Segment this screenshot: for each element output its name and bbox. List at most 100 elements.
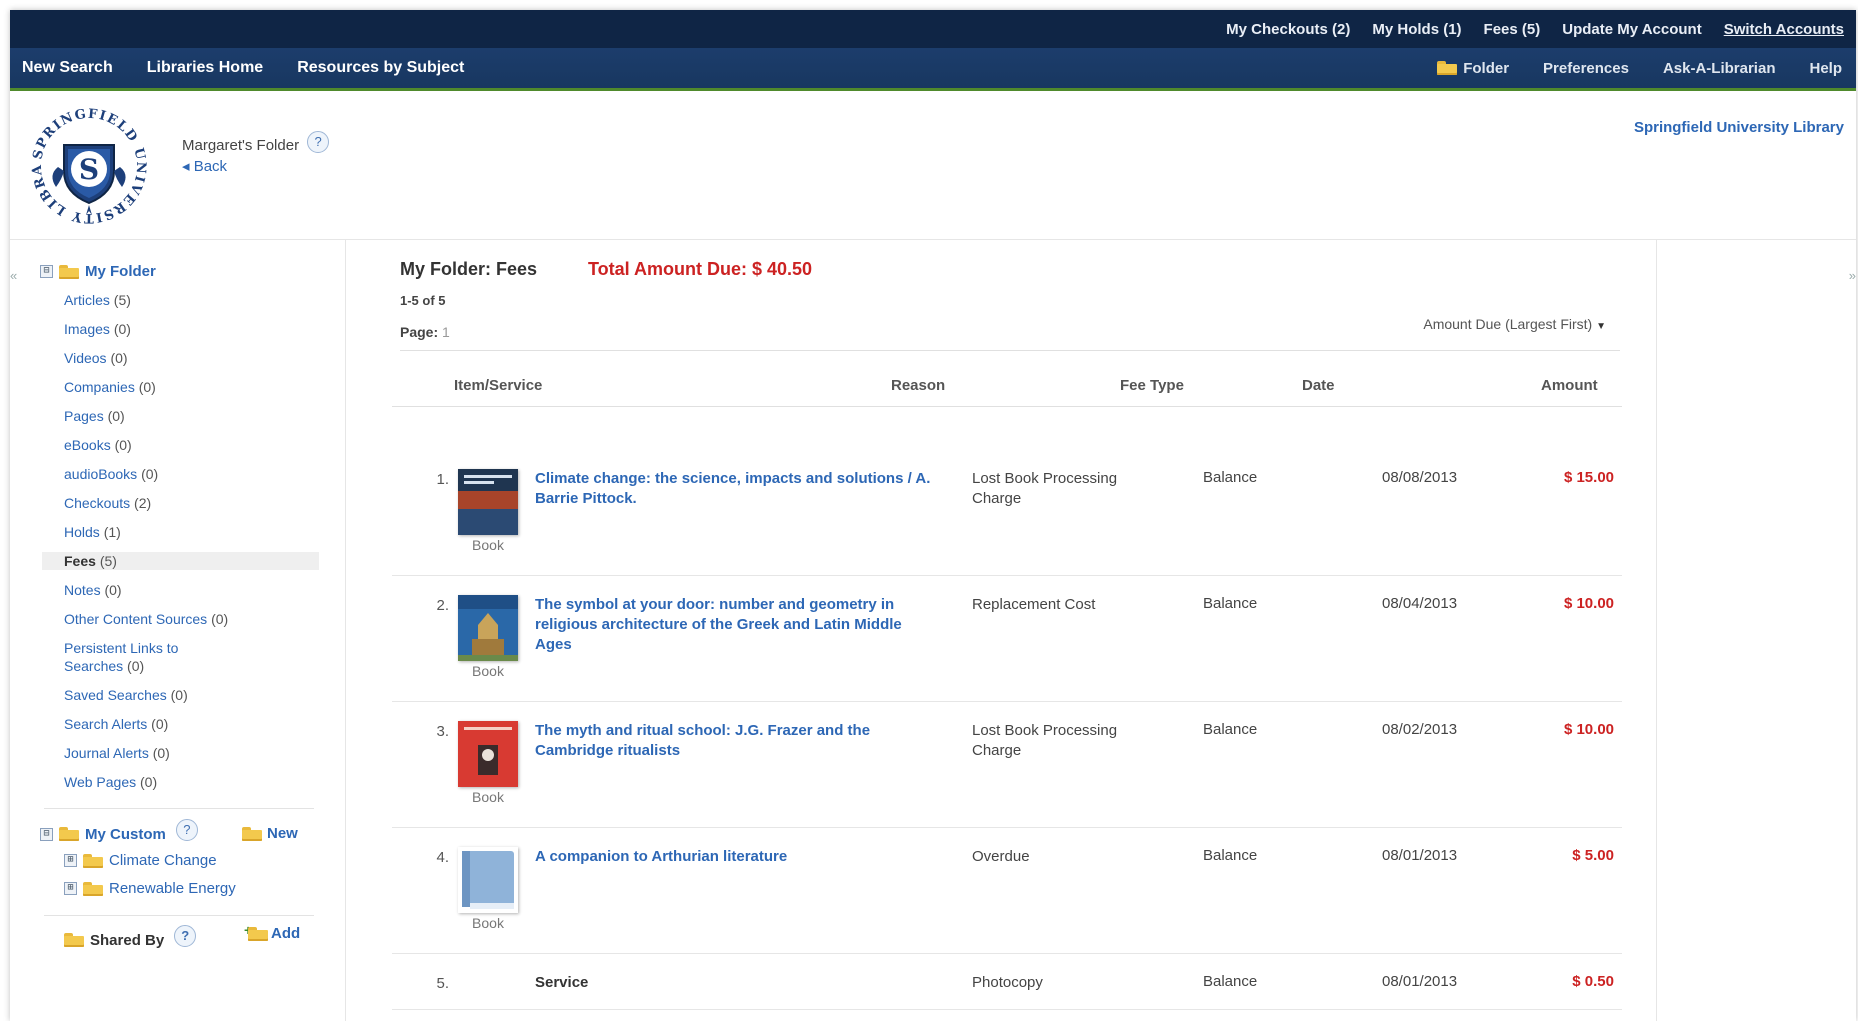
folder-icon [64, 933, 84, 947]
sidebar-item-videos[interactable]: Videos (0) [64, 349, 319, 367]
item-title-link[interactable]: The symbol at your door: number and geom… [535, 595, 935, 655]
back-link[interactable]: ◂ Back [182, 157, 227, 175]
collapse-toggle-icon[interactable]: ⊟ [40, 265, 53, 278]
book-cover-image[interactable] [458, 595, 518, 661]
sidebar-item-audiobooks[interactable]: audioBooks (0) [64, 465, 319, 483]
utility-bar: My Checkouts (2) My Holds (1) Fees (5) U… [10, 10, 1856, 48]
fees-link[interactable]: Fees (5) [1484, 21, 1541, 38]
fee-type: Balance [1203, 721, 1258, 738]
add-folder-icon: + [244, 922, 268, 941]
resources-by-subject-link[interactable]: Resources by Subject [297, 59, 464, 77]
sidebar-item-search-alerts[interactable]: Search Alerts (0) [64, 715, 319, 733]
sidebar-item-fees[interactable]: Fees (5) [42, 552, 319, 570]
fee-amount: $ 15.00 [1563, 469, 1614, 486]
ask-a-librarian-link[interactable]: Ask-A-Librarian [1663, 60, 1776, 77]
fee-reason: Overdue [972, 848, 1030, 865]
expand-toggle-icon[interactable]: ⊞ [64, 854, 77, 867]
table-row: 3. Book The myth and ritual school: J.G.… [392, 701, 1622, 828]
help-link[interactable]: Help [1809, 60, 1842, 77]
folder-icon [1437, 61, 1458, 75]
fee-date: 08/04/2013 [1382, 595, 1458, 612]
sidebar-item-saved-searches[interactable]: Saved Searches (0) [64, 686, 319, 704]
my-folder-node[interactable]: ⊟ My Folder [40, 263, 156, 280]
help-icon[interactable]: ? [174, 925, 197, 947]
fee-amount: $ 5.00 [1572, 847, 1614, 864]
sidebar-item-persistent-links[interactable]: Persistent Links to Searches (0) [64, 639, 214, 675]
sidebar-item-ebooks[interactable]: eBooks (0) [64, 436, 319, 454]
my-custom-label[interactable]: My Custom [85, 826, 166, 843]
library-home-link[interactable]: Springfield University Library [1634, 119, 1844, 136]
page-number[interactable]: 1 [442, 324, 450, 340]
folder-item-list: Articles (5) Images (0) Videos (0) Compa… [42, 291, 319, 802]
sidebar-item-holds[interactable]: Holds (1) [64, 523, 319, 541]
total-amount-due: Total Amount Due: $ 40.50 [588, 259, 813, 279]
format-label: Book [472, 537, 504, 553]
row-number: 3. [436, 723, 449, 740]
divider [392, 406, 1622, 407]
folder-icon [242, 826, 262, 841]
custom-folder-label: Climate Change [109, 852, 217, 869]
libraries-home-link[interactable]: Libraries Home [147, 59, 263, 77]
item-title-link[interactable]: The myth and ritual school: J.G. Frazer … [535, 721, 935, 761]
help-icon[interactable]: ? [307, 131, 330, 153]
pagination: Page: 1 [400, 324, 450, 340]
book-cover-image[interactable] [458, 721, 518, 787]
table-row: 2. Book The symbol at your door: number … [392, 575, 1622, 702]
sidebar-item-companies[interactable]: Companies (0) [64, 378, 319, 396]
folder-title: Margaret's Folder? [182, 131, 330, 159]
sort-label: Amount Due (Largest First) [1423, 316, 1593, 332]
fee-type: Balance [1203, 595, 1258, 612]
book-cover-image[interactable] [458, 469, 518, 535]
sidebar-item-web-pages[interactable]: Web Pages (0) [64, 773, 319, 791]
custom-folder-climate-change[interactable]: ⊞ Climate Change [64, 852, 217, 869]
fee-amount: $ 10.00 [1563, 595, 1614, 612]
fee-reason: Replacement Cost [972, 596, 1096, 613]
add-shared-button[interactable]: + Add [244, 922, 300, 942]
column-header-item: Item/Service [454, 377, 543, 394]
chevron-down-icon: ▼ [1596, 321, 1606, 332]
column-header-amount: Amount [1541, 377, 1598, 394]
generic-book-icon[interactable] [458, 847, 518, 913]
folder-sidebar: ⊟ My Folder Articles (5) Images (0) Vide… [10, 239, 346, 1021]
item-title-link[interactable]: Climate change: the science, impacts and… [535, 469, 935, 509]
app-window: My Checkouts (2) My Holds (1) Fees (5) U… [10, 10, 1856, 1021]
sidebar-item-pages[interactable]: Pages (0) [64, 407, 319, 425]
fee-amount: $ 0.50 [1572, 973, 1614, 990]
sidebar-item-other-content-sources[interactable]: Other Content Sources (0) [64, 610, 319, 628]
sidebar-item-notes[interactable]: Notes (0) [64, 581, 319, 599]
sort-dropdown[interactable]: Amount Due (Largest First) ▼ [1423, 316, 1606, 332]
result-range: 1-5 of 5 [400, 293, 446, 308]
folder-link[interactable]: Folder [1437, 60, 1509, 77]
help-icon[interactable]: ? [175, 819, 198, 841]
item-title-link[interactable]: A companion to Arthurian literature [535, 847, 935, 867]
fee-type: Balance [1203, 847, 1258, 864]
new-folder-button[interactable]: New [242, 825, 298, 842]
sidebar-item-journal-alerts[interactable]: Journal Alerts (0) [64, 744, 319, 762]
format-label: Book [472, 663, 504, 679]
switch-accounts-link[interactable]: Switch Accounts [1724, 21, 1844, 38]
custom-folder-renewable-energy[interactable]: ⊞ Renewable Energy [64, 880, 236, 897]
my-folder-label[interactable]: My Folder [85, 263, 156, 280]
folder-title-text: Margaret's Folder [182, 137, 300, 154]
expand-toggle-icon[interactable]: ⊞ [64, 882, 77, 895]
my-checkouts-link[interactable]: My Checkouts (2) [1226, 21, 1350, 38]
format-label: Book [472, 915, 504, 931]
fee-date: 08/02/2013 [1382, 721, 1458, 738]
sidebar-item-images[interactable]: Images (0) [64, 320, 319, 338]
my-custom-node[interactable]: ⊟ My Custom ? [40, 819, 198, 845]
university-logo: SPRINGFIELD UNIVERSITY LIBRARY S [22, 94, 150, 227]
new-folder-label: New [267, 825, 298, 842]
column-header-fee-type: Fee Type [1120, 377, 1184, 394]
table-row: 4. Book A companion to Arthurian literat… [392, 827, 1622, 954]
update-account-link[interactable]: Update My Account [1562, 21, 1701, 38]
my-holds-link[interactable]: My Holds (1) [1372, 21, 1461, 38]
new-search-link[interactable]: New Search [22, 59, 113, 77]
page-title: My Folder: Fees [400, 259, 538, 279]
sidebar-item-checkouts[interactable]: Checkouts (2) [64, 494, 319, 512]
folder-icon [59, 827, 79, 841]
preferences-link[interactable]: Preferences [1543, 60, 1629, 77]
collapse-toggle-icon[interactable]: ⊟ [40, 827, 53, 841]
sidebar-item-articles[interactable]: Articles (5) [64, 291, 319, 309]
table-row: 5. Service Photocopy Balance 08/01/2013 … [392, 953, 1622, 1010]
shared-by-node: Shared By ? [64, 925, 197, 951]
